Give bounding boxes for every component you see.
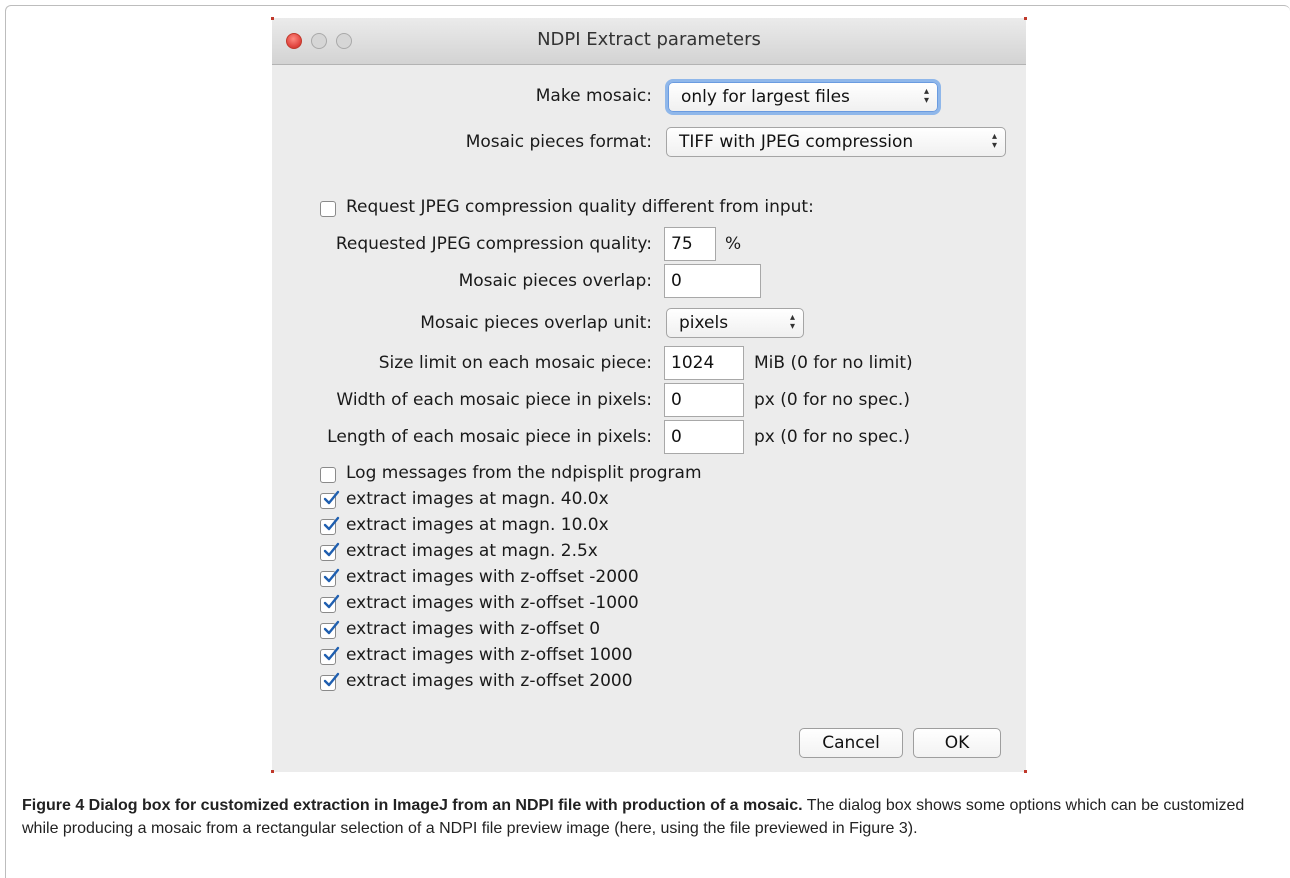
extract-magn-2-5-checkbox[interactable] xyxy=(320,542,340,561)
log-messages-checkbox[interactable] xyxy=(320,467,336,483)
mosaic-format-label: Mosaic pieces format: xyxy=(465,132,652,152)
window-title: NDPI Extract parameters xyxy=(537,29,761,50)
size-limit-field[interactable]: 1024 xyxy=(664,346,744,380)
checkmark-icon xyxy=(323,542,340,557)
jpeg-quality-label: Requested JPEG compression quality: xyxy=(335,234,652,254)
ok-button[interactable]: OK xyxy=(913,728,1001,758)
extract-z-0-checkbox[interactable] xyxy=(320,620,340,639)
mosaic-format-select[interactable]: TIFF with JPEG compression ▴ ▾ xyxy=(666,127,1006,157)
title-bar[interactable]: NDPI Extract parameters xyxy=(272,18,1026,65)
corner-marker xyxy=(271,17,274,20)
overlap-unit-label: Mosaic pieces overlap unit: xyxy=(420,313,652,333)
length-unit: px (0 for no spec.) xyxy=(754,427,910,447)
checkbox-label: extract images with z-offset 1000 xyxy=(346,645,633,665)
stepper-arrows-icon: ▴ ▾ xyxy=(923,86,929,106)
checkmark-icon xyxy=(323,672,340,687)
corner-marker xyxy=(271,770,274,773)
checkmark-icon xyxy=(323,620,340,635)
dialog-window: NDPI Extract parameters Make mosaic: onl… xyxy=(271,17,1027,773)
jpeg-quality-unit: % xyxy=(725,234,742,254)
extract-z-2000-checkbox[interactable] xyxy=(320,672,340,691)
width-unit: px (0 for no spec.) xyxy=(754,390,910,410)
checkbox-label: extract images with z-offset 0 xyxy=(346,619,601,639)
checkmark-icon xyxy=(323,490,340,505)
size-limit-label: Size limit on each mosaic piece: xyxy=(378,353,652,373)
size-limit-unit: MiB (0 for no limit) xyxy=(754,353,913,373)
checkmark-icon xyxy=(323,646,340,661)
jpeg-quality-field[interactable]: 75 xyxy=(664,227,716,261)
caption-title: Figure 4 Dialog box for customized extra… xyxy=(22,797,803,814)
make-mosaic-select[interactable]: only for largest files ▴ ▾ xyxy=(668,82,938,112)
overlap-unit-value: pixels xyxy=(679,313,729,333)
width-field[interactable]: 0 xyxy=(664,383,744,417)
checkmark-icon xyxy=(323,516,340,531)
request-jpeg-label: Request JPEG compression quality differe… xyxy=(346,197,814,217)
overlap-unit-select[interactable]: pixels ▴ ▾ xyxy=(666,308,804,338)
extract-z-1000-checkbox[interactable] xyxy=(320,646,340,665)
checkmark-icon xyxy=(323,568,340,583)
length-field[interactable]: 0 xyxy=(664,420,744,454)
cancel-button[interactable]: Cancel xyxy=(799,728,903,758)
extract-z-minus-2000-checkbox[interactable] xyxy=(320,568,340,587)
width-label: Width of each mosaic piece in pixels: xyxy=(336,390,652,410)
checkbox-label: extract images with z-offset -1000 xyxy=(346,593,639,613)
overlap-field[interactable]: 0 xyxy=(664,264,761,298)
extract-magn-40-checkbox[interactable] xyxy=(320,490,340,509)
extract-magn-10-checkbox[interactable] xyxy=(320,516,340,535)
make-mosaic-label: Make mosaic: xyxy=(535,86,652,106)
checkbox-label: extract images at magn. 40.0x xyxy=(346,489,609,509)
figure-caption: Figure 4 Dialog box for customized extra… xyxy=(22,794,1277,840)
mosaic-format-value: TIFF with JPEG compression xyxy=(679,132,914,152)
request-jpeg-checkbox[interactable] xyxy=(320,201,336,217)
make-mosaic-value: only for largest files xyxy=(681,87,850,107)
checkmark-icon xyxy=(323,594,340,609)
corner-marker xyxy=(1024,770,1027,773)
checkbox-label: extract images at magn. 10.0x xyxy=(346,515,609,535)
stepper-arrows-icon: ▴ ▾ xyxy=(991,131,997,151)
length-label: Length of each mosaic piece in pixels: xyxy=(327,427,652,447)
corner-marker xyxy=(1024,17,1027,20)
checkbox-label: Log messages from the ndpisplit program xyxy=(346,463,702,483)
checkbox-label: extract images with z-offset -2000 xyxy=(346,567,639,587)
stepper-arrows-icon: ▴ ▾ xyxy=(789,312,795,332)
overlap-label: Mosaic pieces overlap: xyxy=(458,271,652,291)
checkbox-label: extract images at magn. 2.5x xyxy=(346,541,598,561)
checkbox-label: extract images with z-offset 2000 xyxy=(346,671,633,691)
extract-z-minus-1000-checkbox[interactable] xyxy=(320,594,340,613)
